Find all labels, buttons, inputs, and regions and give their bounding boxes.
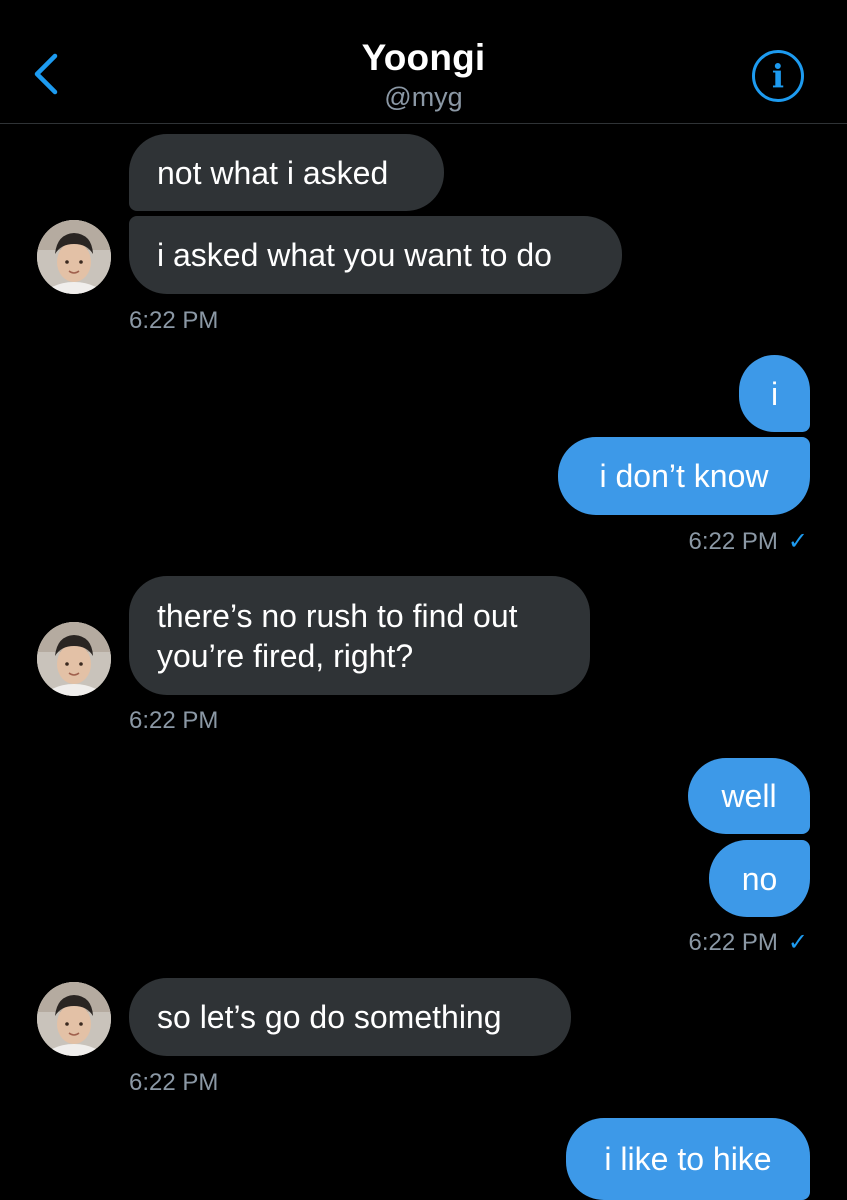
conversation-title-block[interactable]: Yoongi @myg [0,36,847,114]
message-text: not what i asked [157,154,389,191]
received-message-bubble[interactable]: i asked what you want to do [129,216,622,294]
message-text-line: you’re fired, right? [157,637,414,674]
contact-handle: @myg [384,82,463,112]
received-message-bubble[interactable]: there’s no rush to find out you’re fired… [129,576,590,695]
message-timestamp: 6:22 PM [129,1069,219,1096]
message-text: i [770,375,779,412]
sent-message-bubble[interactable]: i [739,355,810,432]
message-text: i don’t know [599,458,769,494]
message-text: well [721,778,777,814]
dm-conversation-screen: Yoongi @myg i not what i asked i asked w… [0,0,847,1200]
checkmark-icon: ✓ [787,929,808,956]
avatar-photo [37,982,111,1056]
checkmark-icon: ✓ [787,528,808,555]
avatar-photo [37,622,111,696]
contact-avatar[interactable] [37,982,111,1056]
received-message-bubble[interactable]: not what i asked [129,134,444,211]
avatar-photo [37,220,111,294]
message-text: i asked what you want to do [157,237,552,273]
message-text: no [741,860,778,897]
contact-avatar[interactable] [37,622,111,696]
sent-message-bubble[interactable]: well [688,758,810,834]
sent-message-bubble[interactable]: no [709,840,810,917]
contact-name: Yoongi [361,37,486,78]
message-timestamp: 6:22 PM ✓ [688,929,809,956]
message-text: so let’s go do something [157,999,502,1035]
contact-avatar[interactable] [37,220,111,294]
info-circle-icon: i [771,57,785,95]
message-timestamp: 6:22 PM [129,307,219,334]
received-message-bubble[interactable]: so let’s go do something [129,978,571,1056]
conversation-header: Yoongi @myg i [0,0,847,124]
message-timestamp: 6:22 PM [129,707,219,734]
sent-message-bubble[interactable]: i don’t know [558,437,810,515]
conversation-info-button[interactable]: i [752,50,804,102]
message-timestamp: 6:22 PM ✓ [688,528,809,555]
message-text-line: there’s no rush to find out [157,597,518,634]
message-text: i like to hike [604,1141,772,1177]
sent-message-bubble[interactable]: i like to hike [566,1118,810,1200]
